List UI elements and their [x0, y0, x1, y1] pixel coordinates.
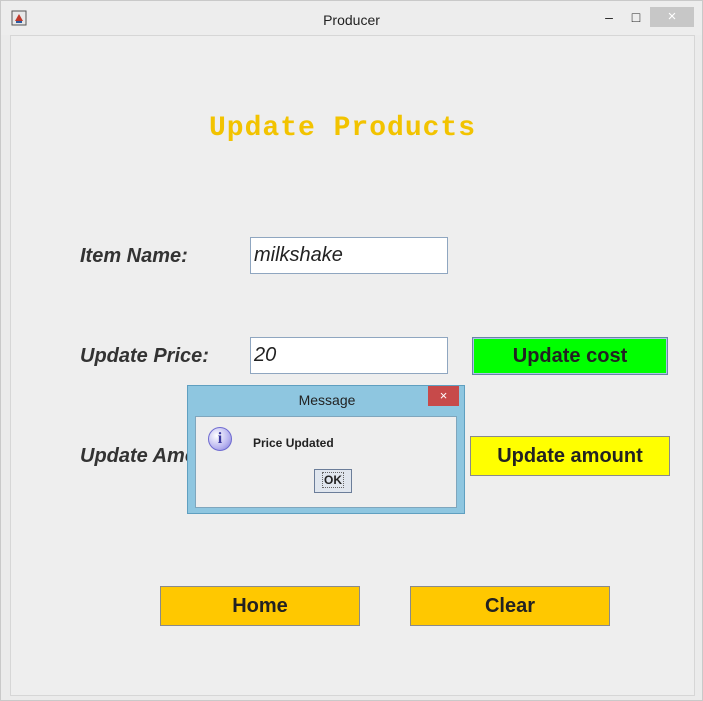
title-bar: Producer – □ × [1, 1, 702, 35]
dialog-close-button[interactable]: × [428, 386, 459, 406]
clear-button[interactable]: Clear [410, 586, 610, 626]
dialog-message: Price Updated [253, 436, 334, 450]
producer-window: Producer – □ × Update Products Item Name… [0, 0, 703, 701]
dialog-title: Message [298, 392, 356, 408]
update-amount-label: Update Amo [80, 445, 198, 467]
update-price-label: Update Price: [80, 345, 209, 367]
item-name-label: Item Name: [80, 245, 188, 267]
close-button[interactable]: × [650, 7, 694, 27]
home-button[interactable]: Home [160, 586, 360, 626]
page-heading: Update Products [209, 113, 477, 144]
ok-button[interactable]: OK [314, 469, 352, 493]
maximize-button[interactable]: □ [626, 7, 646, 27]
update-amount-button[interactable]: Update amount [470, 436, 670, 476]
ok-button-label: OK [322, 472, 344, 488]
dialog-body: i Price Updated OK [195, 416, 457, 508]
window-title: Producer [323, 12, 380, 28]
info-icon: i [208, 427, 232, 451]
message-dialog: Message × i Price Updated OK [187, 385, 465, 514]
item-name-input[interactable]: milkshake [250, 237, 448, 274]
minimize-button[interactable]: – [599, 7, 619, 27]
update-price-input[interactable]: 20 [250, 337, 448, 374]
update-cost-button[interactable]: Update cost [472, 337, 668, 375]
